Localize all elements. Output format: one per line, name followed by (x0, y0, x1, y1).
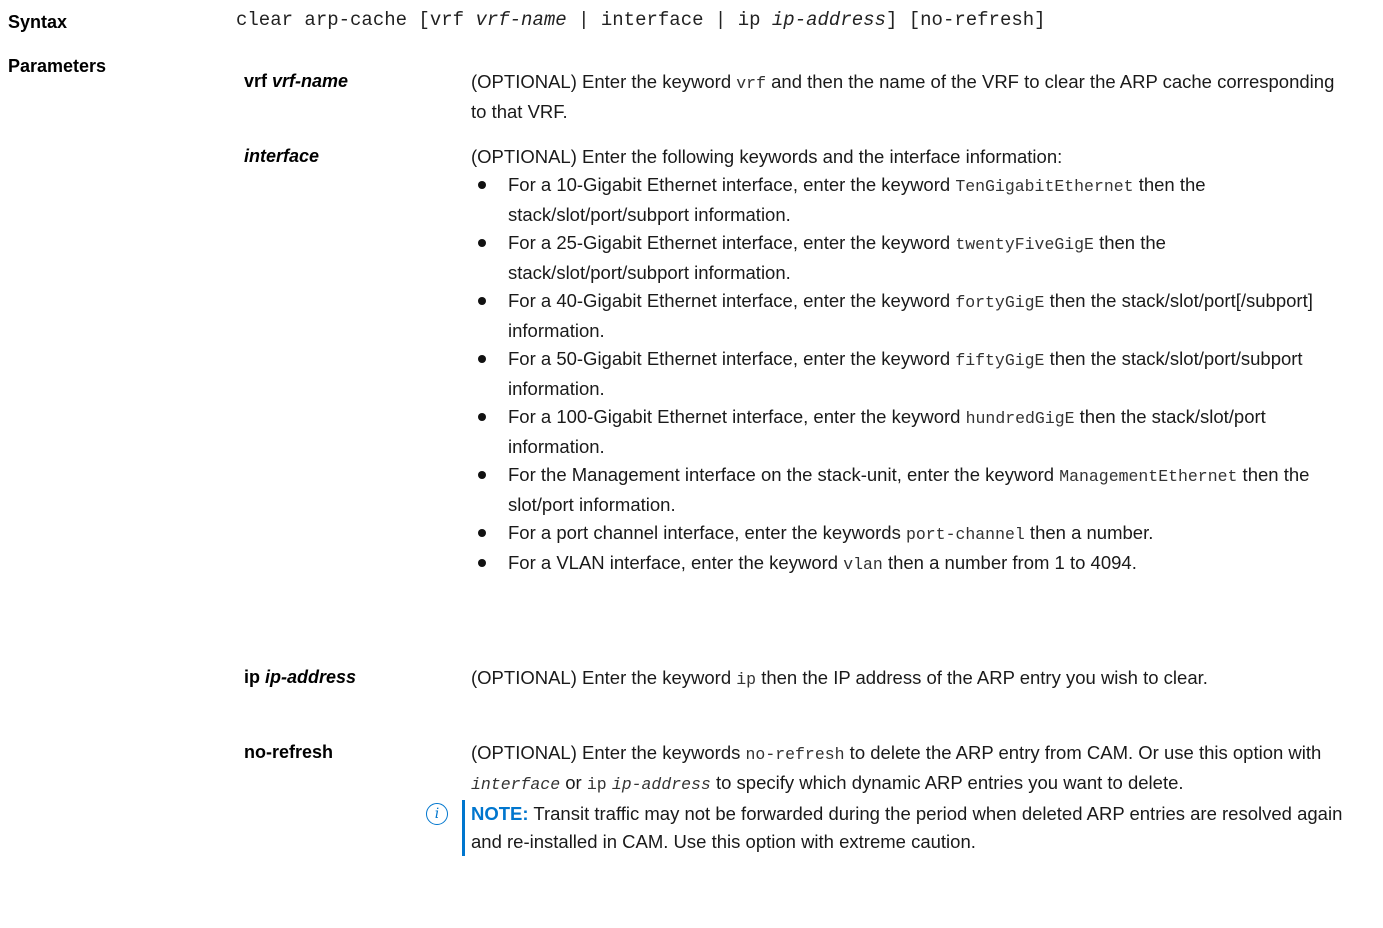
bullet-icon (478, 239, 486, 247)
bullet-icon (478, 181, 486, 189)
param-arg: interface (244, 146, 320, 166)
syntax-arg: vrf-name (475, 9, 567, 31)
desc-text: (OPTIONAL) Enter the keywords (471, 742, 746, 763)
syntax-command: clear arp-cache [vrf vrf-name | interfac… (236, 9, 1046, 31)
reference-page: Syntax clear arp-cache [vrf vrf-name | i… (0, 0, 1383, 928)
param-interface-name: interface (244, 146, 319, 167)
list-item: For a 10-Gigabit Ethernet interface, ent… (471, 171, 1351, 229)
param-vrf-desc: (OPTIONAL) Enter the keyword vrf and the… (471, 68, 1351, 126)
desc-code-arg: interface (471, 775, 561, 794)
parameters-label: Parameters (8, 56, 107, 76)
bullet-code: TenGigabitEthernet (955, 177, 1134, 196)
interface-bullet-list: For a 10-Gigabit Ethernet interface, ent… (471, 171, 1351, 579)
syntax-arg: ip-address (771, 9, 886, 31)
desc-code: vrf (736, 74, 766, 93)
bullet-code: fiftyGigE (955, 351, 1045, 370)
bullet-text: For a 40-Gigabit Ethernet interface, ent… (508, 290, 956, 311)
bullet-text: For a VLAN interface, enter the keyword (508, 552, 844, 573)
bullet-text: For a 25-Gigabit Ethernet interface, ent… (508, 232, 956, 253)
bullet-text: For a 10-Gigabit Ethernet interface, ent… (508, 174, 956, 195)
note-text: Transit traffic may not be forwarded dur… (471, 803, 1343, 852)
desc-text: (OPTIONAL) Enter the keyword (471, 71, 737, 92)
list-item: For the Management interface on the stac… (471, 461, 1351, 519)
list-item: For a 50-Gigabit Ethernet interface, ent… (471, 345, 1351, 403)
bullet-code: vlan (843, 555, 883, 574)
desc-code: ip (586, 775, 607, 794)
note-callout: i NOTE: Transit traffic may not be forwa… (426, 800, 1351, 856)
bullet-icon (478, 471, 486, 479)
syntax-text: | interface | ip (566, 9, 772, 31)
param-no-refresh-name: no-refresh (244, 742, 334, 762)
desc-code: ip (736, 670, 757, 689)
bullet-code: ManagementEthernet (1059, 467, 1238, 486)
bullet-code: port-channel (905, 525, 1025, 544)
param-keyword: vrf (244, 71, 268, 91)
list-item: For a 40-Gigabit Ethernet interface, ent… (471, 287, 1351, 345)
bullet-code: twentyFiveGigE (955, 235, 1094, 254)
bullet-text: For the Management interface on the stac… (508, 464, 1060, 485)
param-keyword: ip (244, 667, 260, 687)
bullet-text: For a port channel interface, enter the … (508, 522, 906, 543)
list-item: For a 100-Gigabit Ethernet interface, en… (471, 403, 1351, 461)
bullet-text: For a 50-Gigabit Ethernet interface, ent… (508, 348, 956, 369)
bullet-icon (478, 413, 486, 421)
param-vrf-name: vrf vrf-name (244, 71, 348, 92)
param-arg: vrf-name (272, 71, 349, 91)
desc-text: or (560, 772, 587, 793)
desc-text: to delete the ARP entry from CAM. Or use… (844, 742, 1322, 763)
desc-text: to specify which dynamic ARP entries you… (710, 772, 1184, 793)
note-label: NOTE: (471, 803, 529, 824)
bullet-icon (478, 355, 486, 363)
param-no-refresh-desc: (OPTIONAL) Enter the keywords no-refresh… (426, 739, 1351, 856)
no-refresh-text: (OPTIONAL) Enter the keywords no-refresh… (471, 739, 1351, 799)
param-ip-desc: (OPTIONAL) Enter the keyword ip then the… (471, 664, 1351, 694)
desc-text: (OPTIONAL) Enter the keyword (471, 667, 737, 688)
bullet-text: then a number. (1024, 522, 1154, 543)
desc-text: then the IP address of the ARP entry you… (756, 667, 1208, 688)
param-arg: ip-address (265, 667, 357, 687)
interface-intro: (OPTIONAL) Enter the following keywords … (471, 146, 1063, 167)
syntax-text: ] [no-refresh] (885, 9, 1046, 31)
desc-code-arg: ip-address (611, 775, 711, 794)
bullet-code: hundredGigE (965, 409, 1075, 428)
desc-code: no-refresh (745, 745, 845, 764)
param-ip-name: ip ip-address (244, 667, 356, 688)
bullet-icon (478, 559, 486, 567)
info-icon: i (426, 803, 448, 825)
note-bar (462, 800, 465, 856)
bullet-icon (478, 297, 486, 305)
bullet-code: fortyGigE (955, 293, 1045, 312)
param-interface-desc: (OPTIONAL) Enter the following keywords … (471, 143, 1351, 579)
list-item: For a port channel interface, enter the … (471, 519, 1351, 549)
syntax-text: clear arp-cache [vrf (236, 9, 476, 31)
bullet-text: then a number from 1 to 4094. (882, 552, 1137, 573)
bullet-text: For a 100-Gigabit Ethernet interface, en… (508, 406, 966, 427)
list-item: For a VLAN interface, enter the keyword … (471, 549, 1351, 579)
bullet-icon (478, 529, 486, 537)
syntax-label: Syntax (8, 12, 68, 32)
list-item: For a 25-Gigabit Ethernet interface, ent… (471, 229, 1351, 287)
